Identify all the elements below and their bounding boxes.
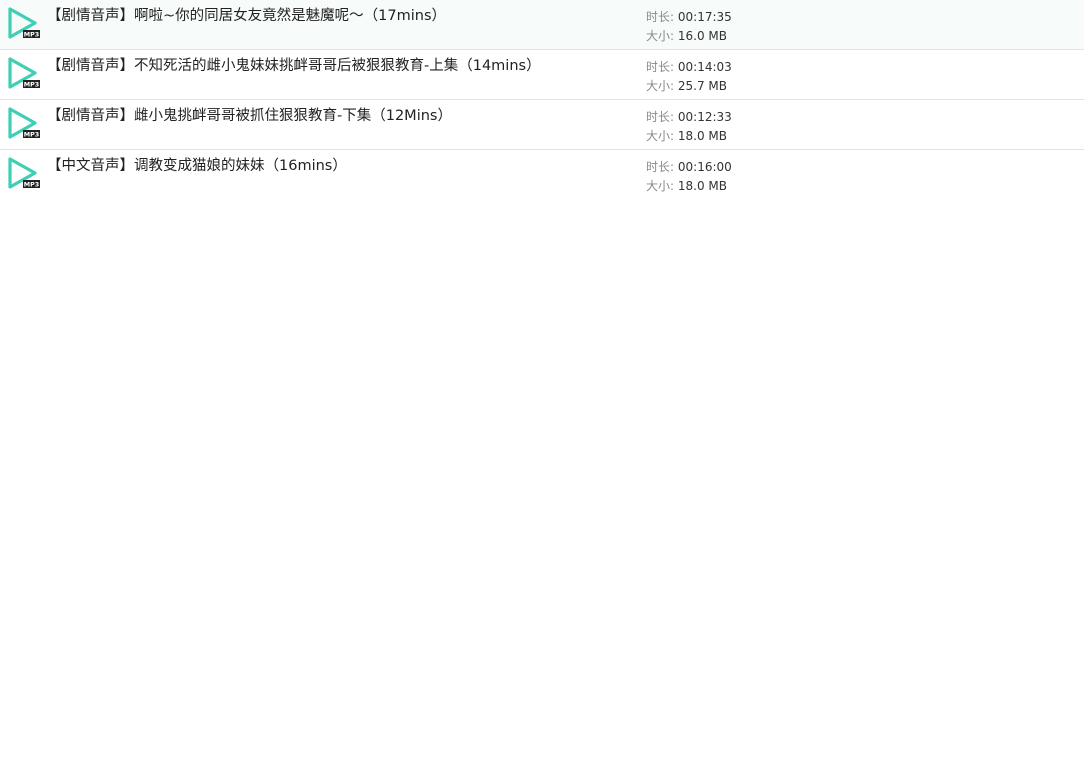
size-label: 大小: [646, 29, 675, 43]
size-value: 18.0 MB [677, 179, 727, 193]
duration-label: 时长: [646, 110, 675, 124]
file-list: MP3 【剧情音声】啊啦~你的同居女友竟然是魅魔呢～（17mins） 时长: 0… [0, 0, 1084, 200]
file-row[interactable]: MP3 【剧情音声】啊啦~你的同居女友竟然是魅魔呢～（17mins） 时长: 0… [0, 0, 1084, 50]
file-title[interactable]: 【剧情音声】啊啦~你的同居女友竟然是魅魔呢～（17mins） [47, 6, 446, 26]
svg-text:MP3: MP3 [24, 81, 40, 89]
mp3-play-icon[interactable]: MP3 [7, 6, 41, 40]
mp3-play-icon[interactable]: MP3 [7, 56, 41, 90]
file-meta: 时长: 00:17:35 大小: 16.0 MB [646, 8, 732, 46]
duration-value: 00:14:03 [677, 60, 732, 74]
size-label: 大小: [646, 79, 675, 93]
duration-label: 时长: [646, 60, 675, 74]
size-value: 16.0 MB [677, 29, 727, 43]
file-meta: 时长: 00:12:33 大小: 18.0 MB [646, 108, 732, 146]
svg-text:MP3: MP3 [24, 181, 40, 189]
file-title[interactable]: 【剧情音声】不知死活的雌小鬼妹妹挑衅哥哥后被狠狠教育-上集（14mins） [47, 56, 541, 76]
duration-label: 时长: [646, 10, 675, 24]
file-row[interactable]: MP3 【中文音声】调教变成猫娘的妹妹（16mins） 时长: 00:16:00… [0, 150, 1084, 200]
file-title[interactable]: 【剧情音声】雌小鬼挑衅哥哥被抓住狠狠教育-下集（12Mins） [47, 106, 452, 126]
duration-value: 00:16:00 [677, 160, 732, 174]
mp3-play-icon[interactable]: MP3 [7, 156, 41, 190]
file-meta: 时长: 00:14:03 大小: 25.7 MB [646, 58, 732, 96]
file-row[interactable]: MP3 【剧情音声】雌小鬼挑衅哥哥被抓住狠狠教育-下集（12Mins） 时长: … [0, 100, 1084, 150]
duration-label: 时长: [646, 160, 675, 174]
duration-value: 00:17:35 [677, 10, 732, 24]
file-meta: 时长: 00:16:00 大小: 18.0 MB [646, 158, 732, 196]
file-row[interactable]: MP3 【剧情音声】不知死活的雌小鬼妹妹挑衅哥哥后被狠狠教育-上集（14mins… [0, 50, 1084, 100]
mp3-play-icon[interactable]: MP3 [7, 106, 41, 140]
duration-value: 00:12:33 [677, 110, 732, 124]
svg-text:MP3: MP3 [24, 131, 40, 139]
svg-text:MP3: MP3 [24, 31, 40, 39]
file-title[interactable]: 【中文音声】调教变成猫娘的妹妹（16mins） [47, 156, 347, 176]
size-value: 18.0 MB [677, 129, 727, 143]
size-value: 25.7 MB [677, 79, 727, 93]
size-label: 大小: [646, 129, 675, 143]
size-label: 大小: [646, 179, 675, 193]
